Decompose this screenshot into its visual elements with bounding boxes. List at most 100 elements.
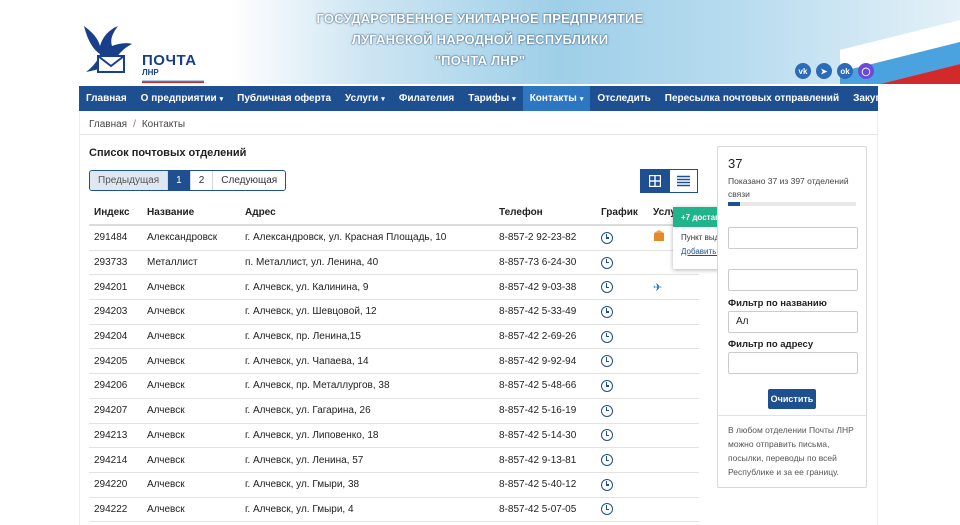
airplane-icon[interactable]: ✈ xyxy=(653,281,662,294)
cell-phone: 8-857-42 9-92-94 xyxy=(499,355,577,367)
schedule-clock-icon[interactable] xyxy=(601,281,613,294)
org-title-line: "ПОЧТА ЛНР" xyxy=(434,53,526,68)
cell-address: г. Александровск, ул. Красная Площадь, 1… xyxy=(245,232,447,244)
table-row: 294201 Алчевск г. Алчевск, ул. Калинина, 9… xyxy=(89,275,699,301)
nav-item-label: Услуги xyxy=(345,93,379,104)
schedule-clock-icon[interactable] xyxy=(601,404,613,417)
cell-phone: 8-857-73 6-24-30 xyxy=(499,257,577,269)
schedule-clock-icon[interactable] xyxy=(601,503,613,516)
nav-item-label: Тарифы xyxy=(468,93,510,104)
col-header-index[interactable]: Индекс xyxy=(94,207,130,218)
schedule-clock-icon[interactable] xyxy=(601,231,613,244)
schedule-clock-icon[interactable] xyxy=(601,330,613,343)
schedule-clock-icon[interactable] xyxy=(601,379,613,392)
cell-phone: 8-857-2 92-23-82 xyxy=(499,232,577,244)
breadcrumb-separator: / xyxy=(133,119,136,130)
vk-icon[interactable]: vk xyxy=(795,63,811,79)
nav-item-purchases[interactable]: Закупки xyxy=(846,86,900,111)
page-title: Список почтовых отделений xyxy=(89,147,247,159)
pagination-page-1[interactable]: 1 xyxy=(168,171,191,190)
col-header-phone[interactable]: Телефон xyxy=(499,207,543,218)
cell-address: г. Алчевск, пр. Металлургов, 38 xyxy=(245,380,390,392)
cell-address: г. Алчевск, ул. Гмыри, 4 xyxy=(245,503,354,515)
caret-down-icon: ▾ xyxy=(579,95,584,103)
schedule-clock-icon[interactable] xyxy=(601,454,613,467)
nav-item-about[interactable]: О предприятии ▾ xyxy=(134,86,230,111)
cell-name: Металлист xyxy=(147,257,198,269)
cell-address: г. Алчевск, ул. Чапаева, 14 xyxy=(245,355,369,367)
cell-name: Алчевск xyxy=(147,454,185,466)
grid-icon xyxy=(648,175,661,187)
cell-phone: 8-857-42 5-14-30 xyxy=(499,429,577,441)
cell-phone: 8-857-42 5-40-12 xyxy=(499,479,577,491)
caret-down-icon: ▾ xyxy=(512,95,516,103)
nav-item-shipping[interactable]: Пересылка почтовых отправлений xyxy=(658,86,846,111)
nav-item-label: Контакты xyxy=(529,93,577,104)
schedule-clock-icon[interactable] xyxy=(601,256,613,269)
nav-item-services[interactable]: Услуги ▾ xyxy=(338,86,392,111)
schedule-clock-icon[interactable] xyxy=(601,429,613,442)
schedule-clock-icon[interactable] xyxy=(601,478,613,491)
cell-name: Алчевск xyxy=(147,355,185,367)
nav-item-track[interactable]: Отследить xyxy=(590,86,657,111)
divider xyxy=(79,134,878,135)
col-header-address[interactable]: Адрес xyxy=(245,207,276,218)
odnoklassniki-icon[interactable]: ok xyxy=(837,63,853,79)
results-progress xyxy=(728,202,856,206)
filter-name-input[interactable]: Ал xyxy=(728,311,858,333)
breadcrumb-home-link[interactable]: Главная xyxy=(89,119,127,130)
schedule-clock-icon[interactable] xyxy=(601,305,613,318)
cell-index: 294201 xyxy=(94,281,128,293)
nav-item-tariffs[interactable]: Тарифы ▾ xyxy=(461,86,522,111)
cell-address: г. Алчевск, ул. Калинина, 9 xyxy=(245,281,369,293)
parcel-icon[interactable] xyxy=(653,230,665,245)
clear-button[interactable]: Очистить xyxy=(768,389,816,409)
nav-item-contacts[interactable]: Контакты ▾ xyxy=(522,86,591,111)
extra-filter-field[interactable] xyxy=(728,269,858,291)
cell-address: г. Алчевск, ул. Гагарина, 26 xyxy=(245,405,371,417)
schedule-clock-icon[interactable] xyxy=(601,355,613,368)
cell-index: 294206 xyxy=(94,380,128,392)
max-icon[interactable]: ◯ xyxy=(858,63,874,79)
cell-phone: 8-857-42 9-03-38 xyxy=(499,281,577,293)
cell-name: Алчевск xyxy=(147,306,185,318)
nav-item-home[interactable]: Главная xyxy=(79,86,134,111)
filter-address-label: Фильтр по адресу xyxy=(728,339,814,350)
col-header-name[interactable]: Название xyxy=(147,207,194,218)
cell-name: Алчевск xyxy=(147,380,185,392)
cell-address: г. Алчевск, ул. Липовенко, 18 xyxy=(245,429,379,441)
org-title-line: ГОСУДАРСТВЕННОЕ УНИТАРНОЕ ПРЕДПРИЯТИЕ xyxy=(316,11,644,26)
cell-name: Алчевск xyxy=(147,479,185,491)
table-row: 291484 Александровск г. Александровск, ул.… xyxy=(89,226,699,251)
results-count: 37 xyxy=(728,156,743,171)
cell-phone: 8-857-42 5-33-49 xyxy=(499,306,577,318)
caret-down-icon: ▾ xyxy=(381,95,385,103)
table-row: 294205 Алчевск г. Алчевск, ул. Чапаева, 14… xyxy=(89,349,699,375)
table-row: 294207 Алчевск г. Алчевск, ул. Гагарина, 2… xyxy=(89,399,699,424)
cell-phone: 8-857-42 2-69-26 xyxy=(499,331,577,343)
cell-address: г. Алчевск, ул. Гмыри, 38 xyxy=(245,479,360,491)
filter-name-label: Фильтр по названию xyxy=(728,298,827,309)
site-logo[interactable]: ПОЧТА ЛНР xyxy=(78,16,208,83)
cell-index: 293733 xyxy=(94,257,128,269)
nav-item-offer[interactable]: Публичная оферта xyxy=(230,86,338,111)
nav-item-label: Главная xyxy=(86,93,127,104)
pagination-next-button[interactable]: Следующая xyxy=(213,171,286,190)
filter-address-input[interactable] xyxy=(728,352,858,374)
nav-item-philately[interactable]: Филателия xyxy=(392,86,461,111)
cell-address: п. Металлист, ул. Ленина, 40 xyxy=(245,257,379,269)
cell-index: 294207 xyxy=(94,405,128,417)
pagination-prev-button[interactable]: Предыдущая xyxy=(90,171,169,190)
telegram-icon[interactable]: ➤ xyxy=(816,63,832,79)
grid-view-button[interactable] xyxy=(640,169,669,193)
divider xyxy=(718,415,866,416)
nav-item-label: Филателия xyxy=(398,93,455,104)
cell-phone: 8-857-42 5-16-19 xyxy=(499,405,577,417)
list-view-button[interactable] xyxy=(669,169,698,193)
col-header-schedule[interactable]: График xyxy=(601,207,638,218)
logo-flag-strip xyxy=(142,79,204,83)
extra-filter-field[interactable] xyxy=(728,227,858,249)
pagination-page-2[interactable]: 2 xyxy=(190,171,214,190)
pagination: Предыдущая 1 2 Следующая xyxy=(89,170,287,191)
offices-table: Индекс Название Адрес Телефон График Усл… xyxy=(89,201,699,523)
